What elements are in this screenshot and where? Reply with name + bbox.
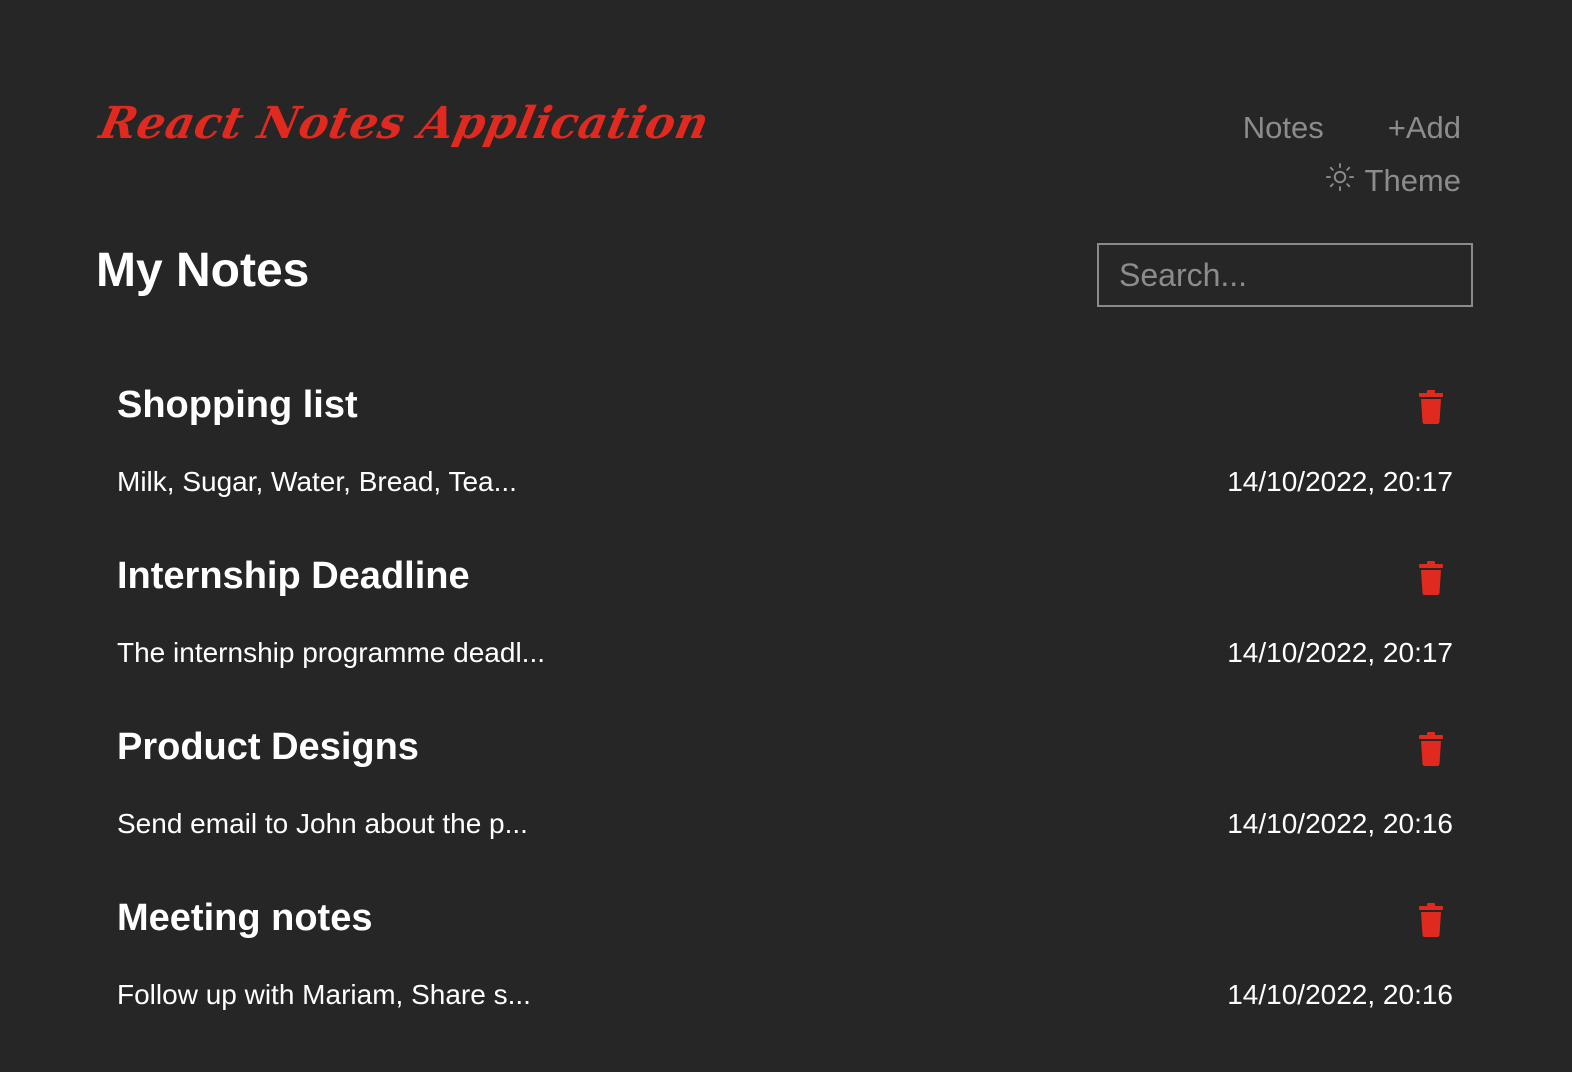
note-item: Product Designs Send email to John about…	[117, 714, 1453, 885]
trash-icon[interactable]	[1417, 390, 1445, 424]
note-date: 14/10/2022, 20:16	[1227, 979, 1453, 1010]
note-title[interactable]: Meeting notes	[117, 897, 372, 940]
note-item: Shopping list Milk, Sugar, Water, Bread,…	[117, 372, 1453, 543]
app-logo[interactable]: React Notes Application	[95, 98, 714, 149]
note-preview: Send email to John about the p...	[117, 808, 528, 839]
note-preview: The internship programme deadl...	[117, 637, 545, 668]
trash-icon[interactable]	[1417, 903, 1445, 937]
note-item: Internship Deadline The internship progr…	[117, 543, 1453, 714]
note-date: 14/10/2022, 20:16	[1227, 808, 1453, 839]
theme-label: Theme	[1364, 163, 1461, 198]
nav-notes-link[interactable]: Notes	[1243, 110, 1324, 146]
note-date: 14/10/2022, 20:17	[1227, 637, 1453, 668]
app-root: React Notes Application Notes +Add Theme…	[0, 0, 1572, 1072]
note-preview: Follow up with Mariam, Share s...	[117, 979, 531, 1010]
theme-toggle-button[interactable]: Theme	[1325, 162, 1461, 200]
note-date: 14/10/2022, 20:17	[1227, 466, 1453, 497]
top-nav: Notes +Add	[1243, 110, 1461, 146]
nav-add-link[interactable]: +Add	[1388, 110, 1461, 146]
notes-list: Shopping list Milk, Sugar, Water, Bread,…	[117, 372, 1453, 1056]
page-title: My Notes	[96, 244, 310, 297]
sun-icon	[1325, 162, 1355, 200]
note-title[interactable]: Shopping list	[117, 384, 358, 427]
note-item: Meeting notes Follow up with Mariam, Sha…	[117, 885, 1453, 1056]
note-title[interactable]: Internship Deadline	[117, 555, 470, 598]
search-input[interactable]	[1097, 243, 1473, 307]
note-preview: Milk, Sugar, Water, Bread, Tea...	[117, 466, 517, 497]
trash-icon[interactable]	[1417, 732, 1445, 766]
note-title[interactable]: Product Designs	[117, 726, 419, 769]
trash-icon[interactable]	[1417, 561, 1445, 595]
